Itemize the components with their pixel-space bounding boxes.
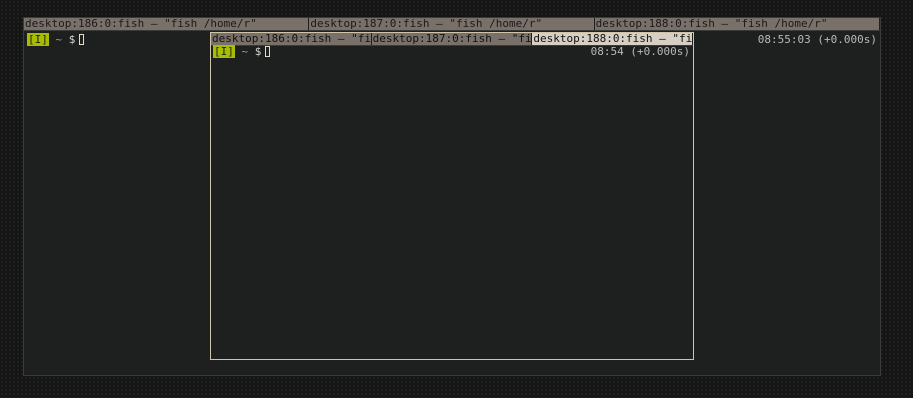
text-cursor [265, 46, 271, 57]
outer-prompt[interactable]: [I] ~ $ [27, 33, 85, 47]
inner-tab-186[interactable]: desktop:186:0:fish – "fish [211, 33, 372, 45]
inner-prompt[interactable]: [I] ~ $ [213, 45, 271, 59]
prompt-symbol: $ [68, 33, 76, 46]
prompt-symbol: $ [254, 45, 262, 58]
outer-tab-bar: desktop:186:0:fish – "fish /home/r" desk… [24, 18, 880, 31]
vi-mode-badge: [I] [27, 33, 49, 46]
vi-mode-badge: [I] [213, 45, 235, 58]
inner-tab-188-active[interactable]: desktop:188:0:fish – "fish [532, 33, 693, 45]
inner-tab-187[interactable]: desktop:187:0:fish – "fish [371, 33, 533, 45]
outer-tab-186[interactable]: desktop:186:0:fish – "fish /home/r" [24, 18, 310, 30]
inner-right-prompt-clock: 08:54 (+0.000s) [590, 45, 690, 58]
text-cursor [79, 34, 85, 45]
cwd-label: ~ [241, 45, 249, 58]
outer-tab-187[interactable]: desktop:187:0:fish – "fish /home/r" [309, 18, 595, 30]
outer-tab-188[interactable]: desktop:188:0:fish – "fish /home/r" [594, 18, 880, 30]
inner-terminal-window[interactable]: desktop:186:0:fish – "fish desktop:187:0… [210, 32, 694, 360]
cwd-label: ~ [55, 33, 63, 46]
outer-right-prompt-clock: 08:55:03 (+0.000s) [757, 33, 877, 46]
